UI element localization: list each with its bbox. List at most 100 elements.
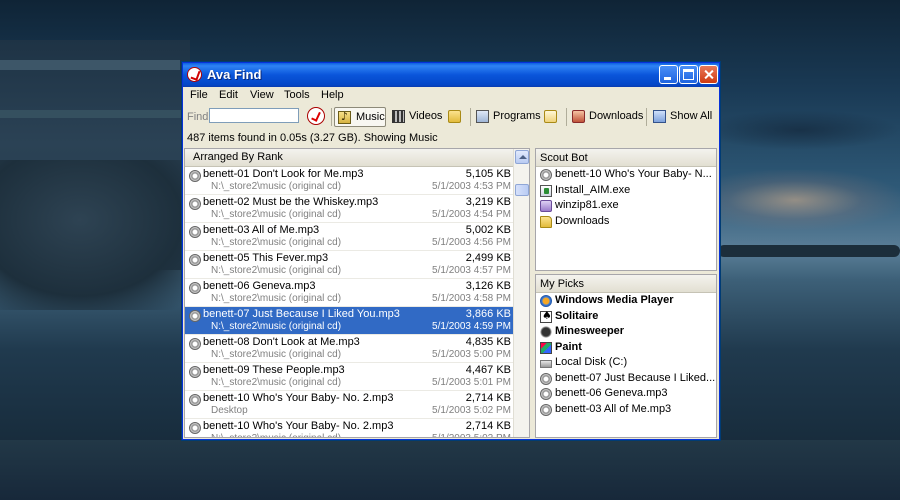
- result-date: 5/1/2003 4:59 PM: [432, 321, 511, 332]
- cd-audio-icon: [189, 366, 201, 378]
- results-list[interactable]: Arranged By Rank benett-01 Don't Look fo…: [184, 148, 530, 438]
- result-date: 5/1/2003 4:56 PM: [432, 237, 511, 248]
- my-picks-item-label: Local Disk (C:): [555, 356, 628, 368]
- result-row[interactable]: benett-08 Don't Look at Me.mp3 N:\_store2…: [185, 335, 513, 363]
- result-row[interactable]: benett-03 All of Me.mp3 N:\_store2\music …: [185, 223, 513, 251]
- cd-icon: [540, 403, 552, 416]
- result-path: N:\_store2\music (original cd): [211, 265, 342, 276]
- folders-filter-button[interactable]: [445, 107, 465, 127]
- my-picks-item[interactable]: Local Disk (C:): [536, 355, 716, 371]
- result-path: N:\_store2\music (original cd): [211, 349, 342, 360]
- result-path: N:\_store2\music (original cd): [211, 377, 342, 388]
- result-name: benett-02 Must be the Whiskey.mp3: [203, 196, 379, 208]
- result-path: N:\_store2\music (original cd): [211, 321, 342, 332]
- programs-icon: [476, 110, 489, 123]
- my-picks-panel: My Picks Windows Media Player Solitaire Mi…: [535, 274, 717, 438]
- videos-filter-label: Videos: [409, 110, 443, 122]
- cd-audio-icon: [189, 394, 201, 406]
- programs-filter-button[interactable]: Programs: [473, 107, 541, 127]
- scroll-thumb[interactable]: [515, 184, 529, 196]
- results-scrollbar[interactable]: [513, 149, 529, 437]
- scout-bot-item[interactable]: Downloads: [536, 214, 716, 230]
- my-picks-item[interactable]: Minesweeper: [536, 324, 716, 340]
- downloads-filter-button[interactable]: Downloads: [569, 107, 643, 127]
- result-row[interactable]: benett-02 Must be the Whiskey.mp3 N:\_sto…: [185, 195, 513, 223]
- menu-tools[interactable]: Tools: [284, 89, 310, 101]
- videos-filter-button[interactable]: Videos: [389, 107, 443, 127]
- find-label: Find: [187, 111, 209, 123]
- ava-find-app-icon[interactable]: [187, 67, 202, 82]
- my-picks-item[interactable]: Paint: [536, 340, 716, 356]
- my-picks-title: My Picks: [540, 278, 584, 290]
- menu-help[interactable]: Help: [321, 89, 344, 101]
- title-bar[interactable]: Ava Find: [183, 63, 719, 87]
- cd-audio-icon: [189, 254, 201, 266]
- go-search-button[interactable]: [307, 107, 325, 125]
- result-row[interactable]: benett-01 Don't Look for Me.mp3 N:\_store…: [185, 167, 513, 195]
- my-picks-item-label: Minesweeper: [555, 325, 625, 337]
- result-path: N:\_store2\music (original cd): [211, 181, 342, 192]
- cd-icon: [540, 388, 552, 400]
- menu-file[interactable]: File: [190, 89, 208, 101]
- documents-filter-button[interactable]: [541, 107, 561, 127]
- result-name: benett-09 These People.mp3: [203, 364, 345, 376]
- close-button[interactable]: [699, 65, 718, 84]
- result-date: 5/1/2003 4:58 PM: [432, 293, 511, 304]
- scout-bot-items: benett-10 Who's Your Baby- N... Install_A…: [536, 167, 716, 229]
- show-all-button[interactable]: Show All: [650, 107, 714, 127]
- arranged-by-header[interactable]: Arranged By Rank: [185, 149, 513, 167]
- cd-audio-icon: [189, 338, 201, 350]
- scout-bot-item-label: Install_AIM.exe: [555, 183, 631, 196]
- result-name: benett-07 Just Because I Liked You.mp3: [203, 308, 400, 320]
- toolbar-separator: [566, 108, 567, 126]
- result-row[interactable]: benett-10 Who's Your Baby- No. 2.mp3N:\_…: [185, 419, 513, 437]
- menu-edit[interactable]: Edit: [219, 89, 238, 101]
- scroll-up-button[interactable]: [515, 150, 529, 164]
- scout-bot-header: Scout Bot: [536, 149, 716, 167]
- result-row[interactable]: benett-07 Just Because I Liked You.mp3 N:…: [185, 307, 513, 335]
- music-filter-button[interactable]: Music: [334, 107, 386, 127]
- result-row[interactable]: benett-05 This Fever.mp3 N:\_store2\music…: [185, 251, 513, 279]
- result-name: benett-01 Don't Look for Me.mp3: [203, 168, 364, 180]
- desktop-rocks: [0, 160, 200, 310]
- menu-view[interactable]: View: [250, 89, 274, 101]
- scout-bot-item-label: winzip81.exe: [555, 199, 619, 211]
- result-row[interactable]: benett-06 Geneva.mp3 N:\_store2\music (or…: [185, 279, 513, 307]
- result-row[interactable]: benett-09 These People.mp3 N:\_store2\mus…: [185, 363, 513, 391]
- result-name: benett-06 Geneva.mp3: [203, 280, 316, 292]
- toolbar-separator: [470, 108, 471, 126]
- result-size: 5,105 KB: [465, 168, 511, 180]
- my-picks-item[interactable]: benett-06 Geneva.mp3: [536, 386, 716, 402]
- scout-bot-item[interactable]: benett-10 Who's Your Baby- N...: [536, 167, 716, 183]
- my-picks-item[interactable]: Windows Media Player: [536, 293, 716, 309]
- toolbar: Find Music Videos Programs Downloads: [183, 105, 719, 129]
- cd-audio-icon: [189, 198, 201, 210]
- my-picks-item-label: benett-07 Just Because I Liked...: [555, 371, 715, 384]
- result-size: 3,126 KB: [465, 280, 511, 292]
- result-name: benett-05 This Fever.mp3: [203, 252, 329, 264]
- my-picks-header: My Picks: [536, 275, 716, 293]
- minimize-button[interactable]: [659, 65, 678, 84]
- my-picks-item[interactable]: benett-03 All of Me.mp3: [536, 402, 716, 418]
- result-size: 3,219 KB: [465, 196, 511, 208]
- result-row[interactable]: benett-10 Who's Your Baby- No. 2.mp3 Desk…: [185, 391, 513, 419]
- scout-bot-item-label: Downloads: [555, 214, 610, 227]
- my-picks-item-label: benett-03 All of Me.mp3: [555, 402, 672, 415]
- result-name: benett-10 Who's Your Baby- No. 2.mp3: [203, 392, 394, 404]
- film-icon: [392, 110, 405, 123]
- my-picks-item-label: benett-06 Geneva.mp3: [555, 387, 668, 399]
- cd-audio-icon: [189, 170, 201, 182]
- maximize-button[interactable]: [679, 65, 698, 84]
- my-picks-item-label: Solitaire: [555, 309, 599, 322]
- minesweeper-icon: [540, 326, 552, 338]
- media-player-icon: [540, 295, 552, 307]
- my-picks-item[interactable]: Solitaire: [536, 309, 716, 325]
- my-picks-item[interactable]: benett-07 Just Because I Liked...: [536, 371, 716, 387]
- programs-filter-label: Programs: [493, 110, 541, 122]
- scout-bot-item[interactable]: Install_AIM.exe: [536, 183, 716, 199]
- disk-icon: [540, 360, 552, 368]
- scout-bot-item[interactable]: winzip81.exe: [536, 198, 716, 214]
- find-input[interactable]: [209, 108, 299, 123]
- solitaire-icon: [540, 309, 552, 323]
- my-picks-item-label: Windows Media Player: [555, 294, 674, 306]
